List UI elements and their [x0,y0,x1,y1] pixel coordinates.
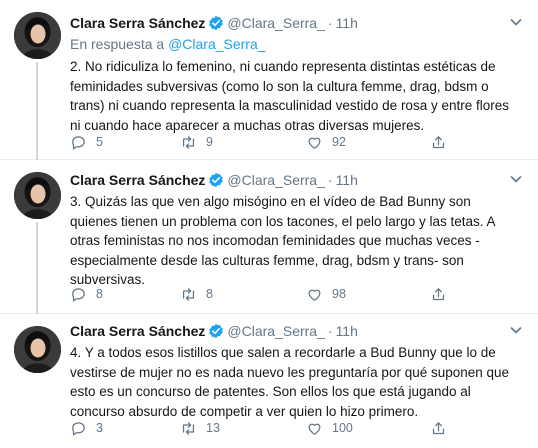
timestamp[interactable]: 11h [336,14,358,32]
chevron-down-icon[interactable] [508,14,524,30]
reply-to-link[interactable]: @Clara_Serra_ [168,36,265,52]
like-button[interactable]: 100 [306,418,353,438]
share-button[interactable] [430,284,456,304]
tweet-actions: 3 13 100 [70,418,490,438]
heart-icon [308,137,321,149]
retweet-button[interactable]: 9 [180,132,213,152]
tweet-header: Clara Serra Sánchez @Clara_Serra_ · 11h [70,171,524,189]
tweet-text: 3. Quizás las que ven algo misógino en e… [70,194,496,287]
tweet-text: 2. No ridiculiza lo femenino, ni cuando … [70,59,509,133]
retweet-icon [182,135,195,149]
retweet-icon [182,421,195,435]
separator-dot: · [327,172,333,188]
heart-icon [308,289,321,301]
verified-badge-icon [208,172,224,188]
like-count: 92 [332,135,346,149]
share-icon [432,421,445,434]
like-button[interactable]: 98 [306,284,346,304]
reply-count: 3 [96,421,103,435]
chevron-down-icon[interactable] [508,171,524,187]
author-name[interactable]: Clara Serra Sánchez [70,14,205,32]
avatar-photo-icon [14,172,61,219]
reply-icon [72,135,85,150]
share-icon [432,287,445,300]
separator-dot: · [327,15,333,31]
avatar-photo-icon [14,326,61,373]
like-count: 98 [332,287,346,301]
retweet-icon [182,287,195,301]
verified-badge-icon [208,323,224,339]
verified-badge-icon [208,15,224,31]
retweet-count: 9 [206,135,213,149]
share-button[interactable] [430,132,456,152]
share-icon [432,135,445,148]
tweet-text: 4. Y a todos esos listillos que salen a … [70,345,510,419]
author-handle[interactable]: @Clara_Serra_ [227,322,324,340]
retweet-button[interactable]: 13 [180,418,220,438]
retweet-count: 13 [206,421,220,435]
author-name[interactable]: Clara Serra Sánchez [70,171,205,189]
reply-prefix: En respuesta a [70,36,169,52]
tweet[interactable]: Clara Serra Sánchez @Clara_Serra_ · 11h … [0,160,538,314]
tweet[interactable]: Clara Serra Sánchez @Clara_Serra_ · 11h … [0,0,538,160]
avatar[interactable] [14,172,61,219]
reply-button[interactable]: 8 [70,284,103,304]
avatar-photo-icon [14,12,61,59]
tweet-header: Clara Serra Sánchez @Clara_Serra_ · 11h [70,14,524,32]
separator-dot: · [327,323,333,339]
reply-count: 8 [96,287,103,301]
chevron-down-icon[interactable] [508,322,524,338]
reply-button[interactable]: 5 [70,132,103,152]
avatar[interactable] [14,326,61,373]
thread-connector [36,62,38,160]
like-count: 100 [332,421,353,435]
author-handle[interactable]: @Clara_Serra_ [227,14,324,32]
timestamp[interactable]: 11h [336,171,358,189]
reply-context: En respuesta a @Clara_Serra_ [70,34,524,54]
share-button[interactable] [430,418,456,438]
author-handle[interactable]: @Clara_Serra_ [227,171,324,189]
tweet-header: Clara Serra Sánchez @Clara_Serra_ · 11h [70,322,524,340]
tweet-thread: Clara Serra Sánchez @Clara_Serra_ · 11h … [0,0,538,448]
thread-connector [36,222,38,314]
reply-count: 5 [96,135,103,149]
like-button[interactable]: 92 [306,132,346,152]
reply-icon [72,287,85,302]
reply-icon [72,421,85,436]
retweet-count: 8 [206,287,213,301]
heart-icon [308,423,321,435]
avatar[interactable] [14,12,61,59]
retweet-button[interactable]: 8 [180,284,213,304]
tweet[interactable]: Clara Serra Sánchez @Clara_Serra_ · 11h … [0,314,538,448]
tweet-actions: 5 9 92 [70,132,490,152]
reply-button[interactable]: 3 [70,418,103,438]
timestamp[interactable]: 11h [336,322,358,340]
author-name[interactable]: Clara Serra Sánchez [70,322,205,340]
tweet-actions: 8 8 98 [70,284,490,304]
